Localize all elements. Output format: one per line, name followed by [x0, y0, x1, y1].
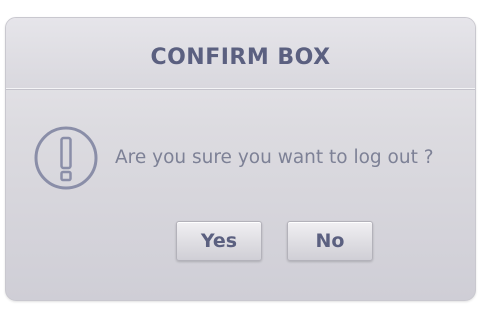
exclamation-circle-icon [33, 125, 99, 191]
dialog-message: Are you sure you want to log out ? [115, 147, 434, 168]
dialog-title: CONFIRM BOX [150, 44, 331, 70]
confirm-dialog: CONFIRM BOX Are you sure you want to log… [5, 17, 476, 301]
yes-button[interactable]: Yes [176, 221, 262, 261]
no-button[interactable]: No [287, 221, 373, 261]
dialog-header: CONFIRM BOX [6, 18, 475, 89]
